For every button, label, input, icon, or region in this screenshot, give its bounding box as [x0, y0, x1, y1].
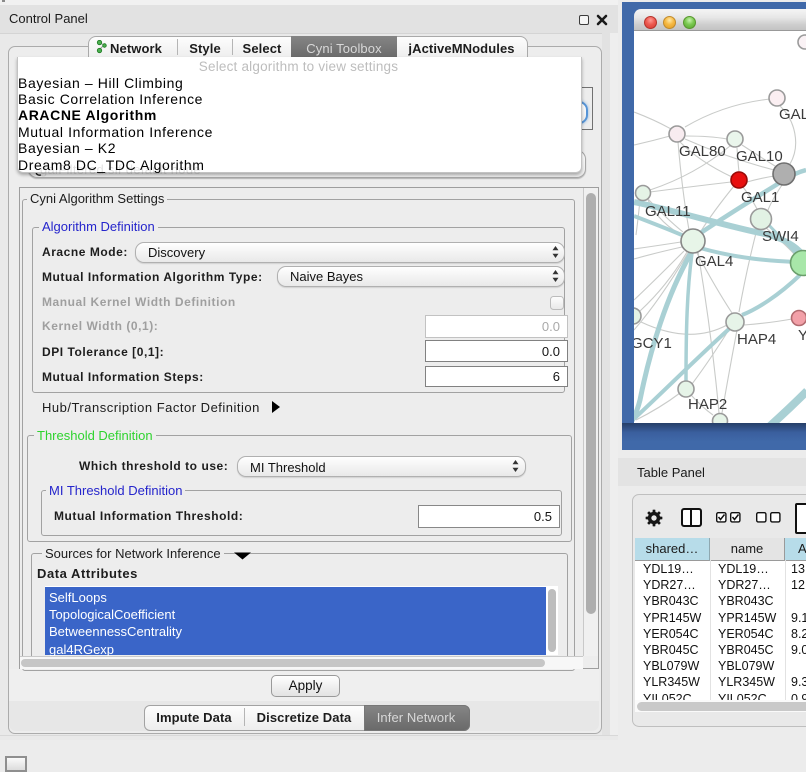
svg-text:SWI4: SWI4 [762, 228, 799, 245]
svg-text:HAP4: HAP4 [737, 331, 776, 348]
svg-text:HAP2: HAP2 [688, 396, 727, 413]
svg-text:GAL80: GAL80 [679, 143, 726, 160]
svg-text:GCY1: GCY1 [634, 335, 672, 352]
svg-text:GAL1: GAL1 [741, 189, 779, 206]
svg-text:YJ: YJ [798, 327, 806, 344]
svg-text:GAL4: GAL4 [695, 253, 733, 270]
svg-text:GAL10: GAL10 [736, 148, 783, 165]
svg-text:GAL11: GAL11 [645, 203, 691, 220]
svg-text:GAL7: GAL7 [779, 106, 806, 123]
